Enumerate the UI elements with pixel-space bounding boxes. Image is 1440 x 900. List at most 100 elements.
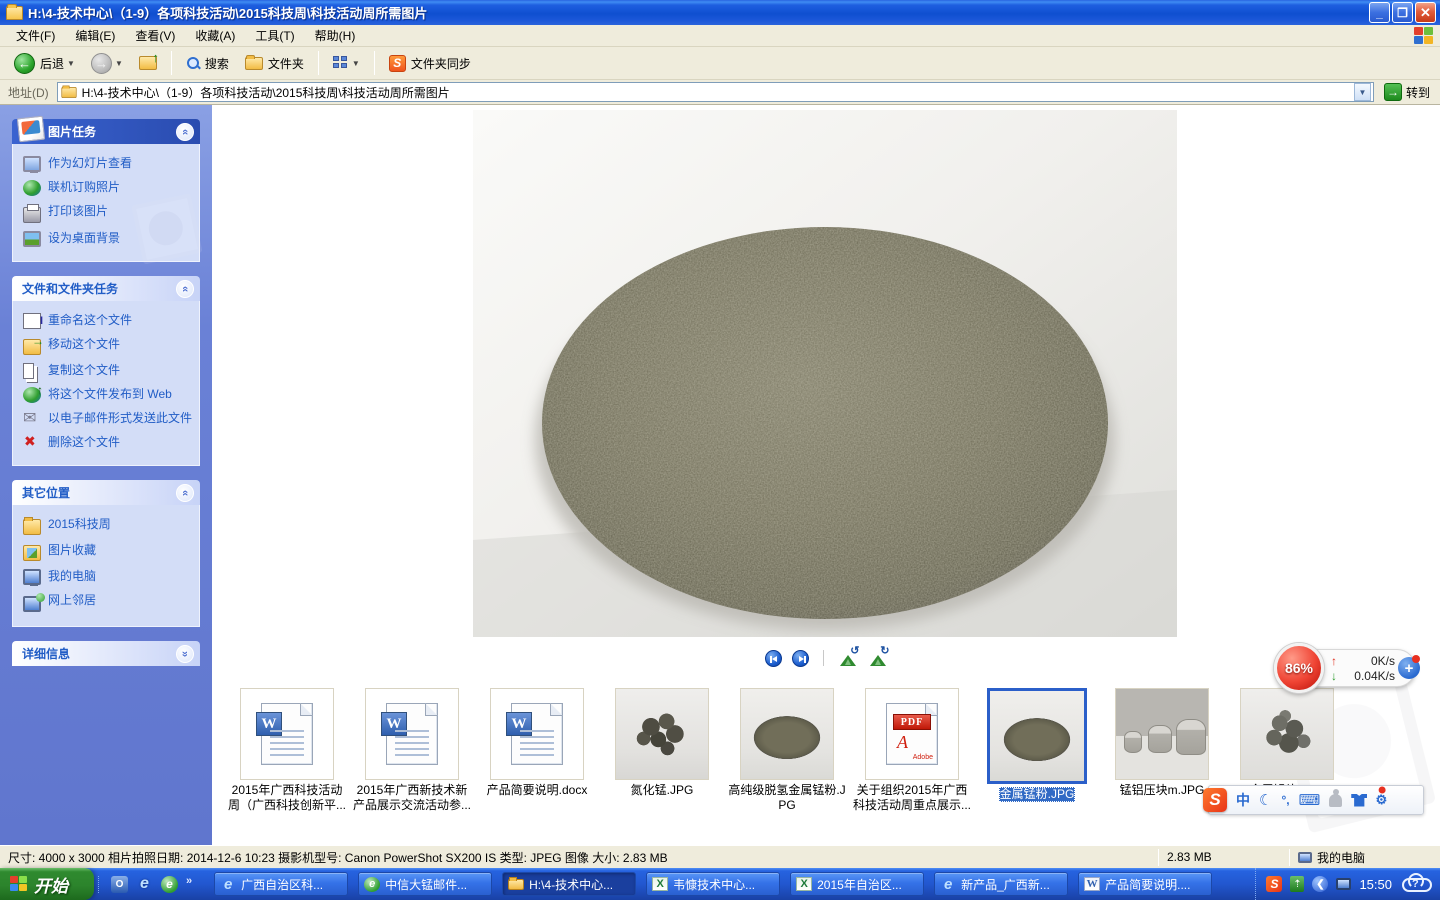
quick-launch-overflow-chevron[interactable]: » [186,875,192,887]
status-bar: 尺寸: 4000 x 3000 相片拍照日期: 2014-12-6 10:23 … [0,845,1440,868]
ime-mode-toggle[interactable]: 中 [1236,790,1250,810]
menu-edit[interactable]: 编辑(E) [65,24,125,47]
panel-details: 详细信息 « [12,641,200,666]
taskbar: 开始 O e e » e 广西自治区科... e 中信大锰邮件... H:\4-… [0,868,1440,900]
menu-view[interactable]: 查看(V) [125,24,185,47]
task-view-slideshow[interactable]: 作为幻灯片查看 [21,152,195,176]
place-my-pictures[interactable]: 图片收藏 [21,539,195,565]
outlook-icon[interactable]: O [111,876,128,893]
taskbar-button[interactable]: e 广西自治区科... [214,872,348,896]
collapse-chevron-icon[interactable]: « [176,123,194,141]
photo-thumbnail [1116,689,1208,779]
taskbar-button[interactable]: e 新产品_广西新... [934,872,1068,896]
safely-remove-hardware-icon[interactable]: ⇡ [1290,876,1304,892]
file-thumbnail[interactable]: 高纯级脱氢金属锰粉.JPG [726,688,848,813]
settings-wrench-icon[interactable]: ⚙ [1372,790,1391,810]
task-move-file[interactable]: 移动这个文件 [21,333,195,359]
account-icon[interactable] [1329,794,1342,807]
file-name[interactable]: 金属锰粉.JPG [999,787,1076,802]
collapse-chevron-icon[interactable]: « [176,484,194,502]
next-image-button[interactable] [792,650,809,667]
task-copy-file[interactable]: 复制这个文件 [21,359,195,383]
views-button[interactable]: ▼ [327,53,366,73]
task-buttons: e 广西自治区科... e 中信大锰邮件... H:\4-技术中心... X 韦… [200,872,1255,896]
green-browser-icon[interactable]: e [161,876,178,893]
file-thumbnail[interactable]: PDFAAdobe 关于组织2015年广西科技活动周重点展示... [851,688,973,813]
menu-help[interactable]: 帮助(H) [305,24,366,47]
file-name[interactable]: 高纯级脱氢金属锰粉.JPG [726,783,848,813]
file-name[interactable]: 氮化锰.JPG [631,783,694,798]
task-publish-web[interactable]: 将这个文件发布到 Web [21,383,195,407]
rotate-clockwise-button[interactable]: ↻ [868,650,888,666]
taskbar-button[interactable]: X 韦慷技术中心... [646,872,780,896]
sogou-logo-icon[interactable]: S [1203,788,1227,812]
ie-icon[interactable]: e [136,876,153,893]
quick-launch: O e e » [98,876,200,893]
previous-image-button[interactable] [765,650,782,667]
file-thumbnail[interactable]: W 2015年广西新技术新产品展示交流活动参... [351,688,473,813]
search-icon [186,56,200,70]
skin-icon[interactable] [1351,794,1367,807]
close-button[interactable]: ✕ [1415,2,1436,23]
taskbar-button[interactable]: X 2015年自治区... [790,872,924,896]
soft-keyboard-icon[interactable]: ⌨ [1299,791,1321,809]
folders-button[interactable]: 文件夹 [239,52,310,75]
file-tasks-header[interactable]: 文件和文件夹任务 « [12,276,200,301]
file-name[interactable]: 2015年广西新技术新产品展示交流活动参... [351,783,473,813]
preview-image[interactable] [473,110,1177,637]
panel-watermark [131,193,202,264]
taskbar-button-active[interactable]: H:\4-技术中心... [502,872,636,896]
file-thumbnail-selected[interactable]: 金属锰粉.JPG [976,688,1098,813]
hide-icons-chevron[interactable]: ❮ [1312,876,1328,892]
task-rename-file[interactable]: 重命名这个文件 [21,309,195,333]
memory-usage-ball[interactable]: 86% [1274,643,1324,693]
go-button[interactable]: → 转到 [1378,83,1436,101]
folders-icon [245,57,263,70]
file-name[interactable]: 2015年广西科技活动周（广西科技创新平... [226,783,348,813]
ime-toolbar: S 中 ☾ °, ⌨ ⚙ [1208,785,1424,815]
accelerate-plus-icon[interactable]: + [1398,657,1420,679]
up-button[interactable] [133,53,163,73]
taskbar-button[interactable]: W 产品简要说明.... [1078,872,1212,896]
address-input[interactable]: H:\4-技术中心\（1-9）各项科技活动\2015科技周\科技活动周所需图片 … [57,82,1374,102]
task-delete-file[interactable]: 删除这个文件 [21,431,195,455]
system-tray: S ⇡ ❮ 15:50 ? [1255,868,1440,900]
place-2015-tech-week[interactable]: 2015科技周 [21,513,195,539]
back-button[interactable]: ← 后退▼ [8,50,81,77]
sogou-tray-icon[interactable]: S [1266,876,1282,892]
network-tray-icon[interactable] [1336,878,1351,890]
network-places-icon [23,596,41,612]
file-name[interactable]: 关于组织2015年广西科技活动周重点展示... [851,783,973,813]
file-name[interactable]: 产品简要说明.docx [487,783,588,798]
task-email-file[interactable]: 以电子邮件形式发送此文件 [21,407,195,431]
restore-button[interactable]: ❐ [1392,2,1413,23]
task-order-prints[interactable]: 联机订购照片 [21,176,195,200]
file-thumbnail[interactable]: W 2015年广西科技活动周（广西科技创新平... [226,688,348,813]
start-button[interactable]: 开始 [0,868,94,900]
expand-chevron-icon[interactable]: « [176,645,194,663]
rotate-counterclockwise-button[interactable]: ↺ [838,650,858,666]
place-my-computer[interactable]: 我的电脑 [21,565,195,589]
file-thumbnail[interactable]: W 产品简要说明.docx [476,688,598,813]
fullwidth-moon-icon[interactable]: ☾ [1259,791,1272,809]
menu-file[interactable]: 文件(F) [6,24,65,47]
speed-widget[interactable]: ↑ 0K/s ↓ 0.04K/s 86% + [1274,643,1420,693]
details-header[interactable]: 详细信息 « [12,641,200,666]
other-places-header[interactable]: 其它位置 « [12,480,200,505]
cloud-sync-icon[interactable]: ? [1400,875,1430,893]
collapse-chevron-icon[interactable]: « [176,280,194,298]
file-thumbnail[interactable]: 氮化锰.JPG [601,688,723,813]
folder-sync-button[interactable]: S 文件夹同步 [383,52,477,75]
menu-favorites[interactable]: 收藏(A) [185,24,245,47]
search-button[interactable]: 搜索 [180,52,235,75]
file-name[interactable]: 锰铝压块m.JPG [1120,783,1205,798]
taskbar-button[interactable]: e 中信大锰邮件... [358,872,492,896]
minimize-button[interactable]: _ [1369,2,1390,23]
picture-tasks-header[interactable]: 图片任务 « [12,119,200,144]
forward-button[interactable]: →▼ [85,50,129,77]
clock[interactable]: 15:50 [1359,877,1392,892]
punctuation-toggle[interactable]: °, [1281,793,1289,807]
place-network[interactable]: 网上邻居 [21,589,195,616]
menu-tools[interactable]: 工具(T) [245,24,304,47]
address-dropdown[interactable]: ▼ [1354,83,1371,101]
